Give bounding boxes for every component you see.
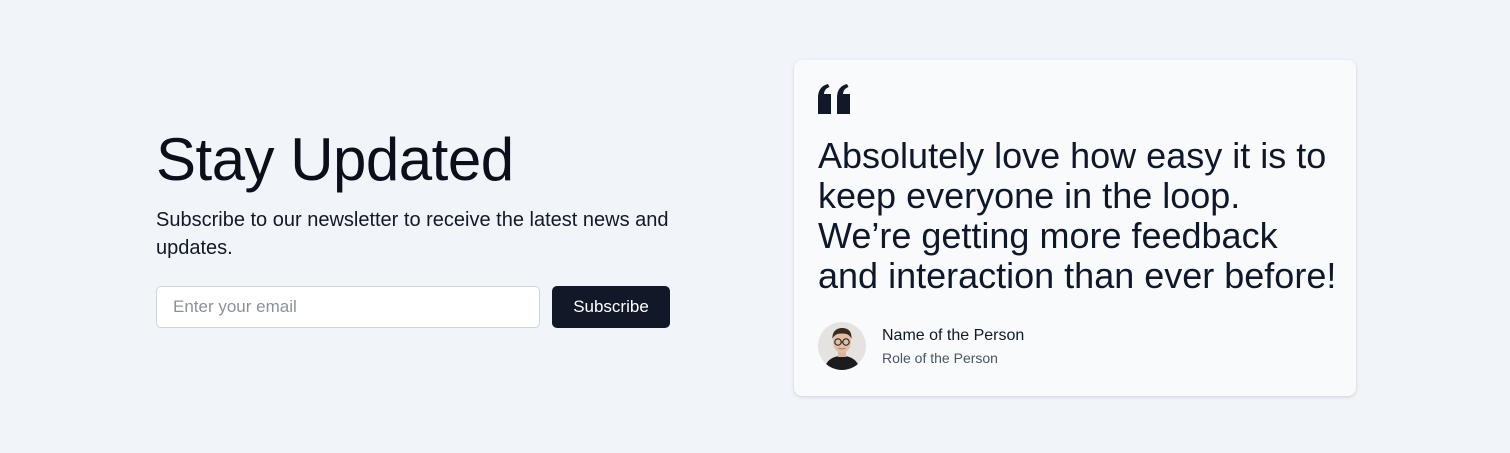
author-role: Role of the Person (882, 349, 998, 366)
quote-icon (818, 84, 850, 114)
subscribe-button[interactable]: Subscribe (552, 286, 670, 328)
author-name: Name of the Person (882, 326, 1025, 344)
newsletter-title: Stay Updated (156, 126, 514, 193)
email-input[interactable] (156, 286, 540, 328)
testimonial-author: Name of the Person Role of the Person (818, 322, 1332, 370)
testimonial-quote: Absolutely love how easy it is to keep e… (818, 135, 1337, 296)
testimonial-card: Absolutely love how easy it is to keep e… (794, 60, 1356, 396)
author-meta: Name of the Person Role of the Person (882, 325, 1024, 368)
newsletter-subtitle: Subscribe to our newsletter to receive t… (156, 209, 669, 259)
subscribe-form: Subscribe (156, 286, 696, 328)
avatar (818, 322, 866, 370)
newsletter-block: Stay Updated Subscribe to our newsletter… (156, 126, 696, 328)
newsletter-testimonial-section: Stay Updated Subscribe to our newsletter… (0, 0, 1510, 453)
